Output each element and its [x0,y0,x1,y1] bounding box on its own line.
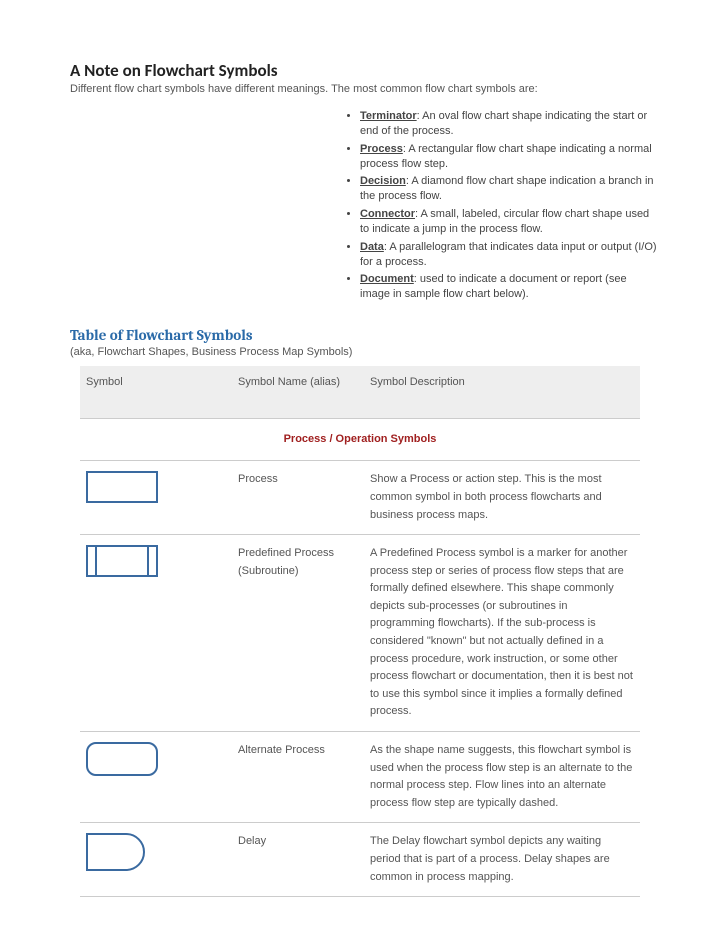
predefined-process-icon [86,545,158,579]
symbol-desc: Show a Process or action step. This is t… [364,461,640,535]
term-desc: : A rectangular flow chart shape indicat… [360,143,652,170]
term: Data [360,241,384,253]
table-row: Alternate Process As the shape name sugg… [80,732,640,823]
term-desc: : A parallelogram that indicates data in… [360,241,657,268]
col-header-symbol: Symbol [80,366,232,418]
symbol-desc: The Delay flowchart symbol depicts any w… [364,823,640,897]
term: Decision [360,175,406,187]
term: Document [360,273,414,285]
symbol-name: Process [232,461,364,535]
table-subtitle: (aka, Flowchart Shapes, Business Process… [70,346,658,358]
intro-text: Different flow chart symbols have differ… [70,83,658,95]
col-header-name: Symbol Name (alias) [232,366,364,418]
col-header-desc: Symbol Description [364,366,640,418]
symbol-desc: As the shape name suggests, this flowcha… [364,732,640,823]
symbols-table: Symbol Symbol Name (alias) Symbol Descri… [80,366,640,897]
delay-icon [86,833,148,871]
term: Process [360,143,403,155]
process-icon [86,471,158,505]
alternate-process-icon [86,742,158,778]
term: Connector [360,208,415,220]
definition-item: Process: A rectangular flow chart shape … [360,142,658,172]
definition-item: Terminator: An oval flow chart shape ind… [360,109,658,139]
definition-item: Connector: A small, labeled, circular fl… [360,207,658,237]
definition-item: Document: used to indicate a document or… [360,272,658,302]
definition-item: Data: A parallelogram that indicates dat… [360,240,658,270]
definition-item: Decision: A diamond flow chart shape ind… [360,174,658,204]
term: Terminator [360,110,417,122]
table-row: Predefined Process (Subroutine) A Predef… [80,535,640,732]
symbol-name: Delay [232,823,364,897]
table-row: Process Show a Process or action step. T… [80,461,640,535]
section-header: Process / Operation Symbols [80,418,640,461]
definition-list: Terminator: An oval flow chart shape ind… [70,109,658,302]
table-title: Table of Flowchart Symbols [70,326,658,344]
table-row: Delay The Delay flowchart symbol depicts… [80,823,640,897]
symbol-name: Predefined Process (Subroutine) [232,535,364,732]
page-title: A Note on Flowchart Symbols [70,60,658,81]
symbol-desc: A Predefined Process symbol is a marker … [364,535,640,732]
symbol-name: Alternate Process [232,732,364,823]
